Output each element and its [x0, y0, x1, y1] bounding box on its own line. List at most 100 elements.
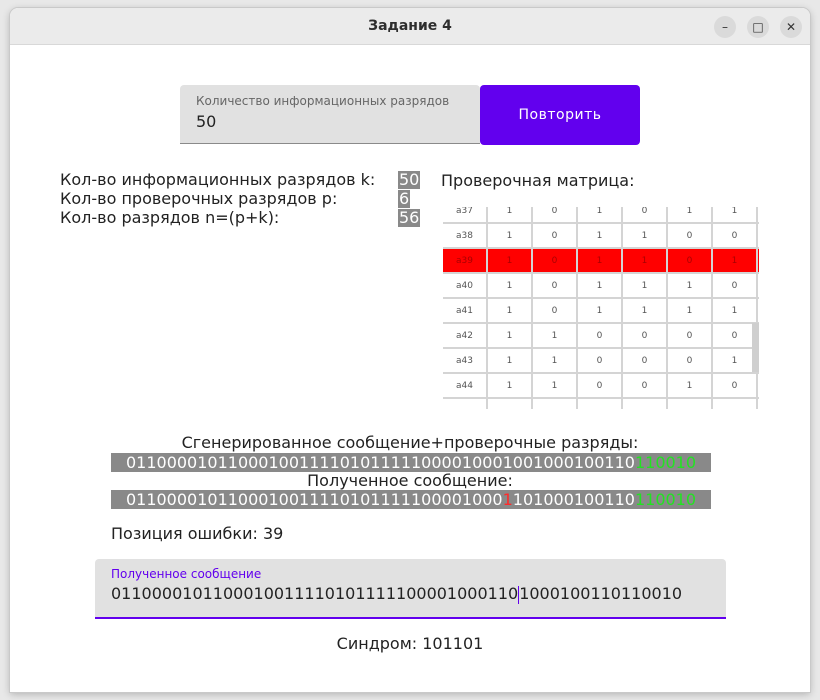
- n-label: Кол-во разрядов n=(p+k):: [60, 208, 280, 227]
- matrix-cell: 0: [713, 374, 758, 399]
- matrix-cell: 0: [623, 349, 668, 374]
- received-bits-after-error: 101000100110: [512, 490, 635, 509]
- matrix-row-label: a42: [443, 324, 488, 349]
- matrix-cell: 0: [623, 324, 668, 349]
- generated-info-bits: 0110000101100010011110101111100001000100…: [125, 453, 635, 472]
- matrix-cell: [578, 399, 623, 409]
- received-title: Полученное сообщение:: [307, 471, 513, 490]
- matrix-cell: 1: [578, 299, 623, 324]
- matrix-row-label: a43: [443, 349, 488, 374]
- matrix-cell: [623, 399, 668, 409]
- matrix-cell: 0: [533, 207, 578, 224]
- matrix-cell: 0: [578, 374, 623, 399]
- matrix-cell: 1: [713, 299, 758, 324]
- received-bits-before-error: 0110000101100010011110101111100001000: [125, 490, 503, 509]
- received-error-bit: 1: [502, 490, 513, 509]
- matrix-cell: 1: [488, 374, 533, 399]
- matrix-cell: 1: [488, 207, 533, 224]
- syndrome: Синдром: 101101: [336, 634, 484, 653]
- matrix-cell: 1: [488, 349, 533, 374]
- matrix-cell: 1: [578, 224, 623, 249]
- matrix-cell: 0: [623, 374, 668, 399]
- matrix-cell: 0: [578, 349, 623, 374]
- matrix-row-partial: [443, 399, 759, 409]
- matrix-row-label: a40: [443, 274, 488, 299]
- matrix-cell: 1: [533, 324, 578, 349]
- check-matrix-table[interactable]: a37 1 0 1 0 1 1 a38 1 0 1 1 0 0 a39 1 0 1 1 0 1 a40 1 0 1 1 1 0 a41 1…: [443, 207, 759, 409]
- matrix-scrollbar[interactable]: [752, 323, 759, 372]
- matrix-cell: 0: [533, 299, 578, 324]
- matrix-row-a37[interactable]: a37 1 0 1 0 1 1: [443, 207, 759, 224]
- p-label: Кол-во проверочных разрядов p:: [60, 189, 338, 208]
- close-button[interactable]: ✕: [780, 16, 802, 38]
- matrix-cell: [488, 399, 533, 409]
- info-bits-count-field[interactable]: Количество информационных разрядов 50: [180, 85, 480, 144]
- matrix-cell: 1: [668, 374, 713, 399]
- matrix-row-label: a37: [443, 207, 488, 224]
- info-bits-count-label: Количество информационных разрядов: [196, 94, 450, 108]
- matrix-row-label: a39: [443, 249, 488, 274]
- matrix-cell: [443, 399, 488, 409]
- matrix-row-a41[interactable]: a41 1 0 1 1 1 1: [443, 299, 759, 324]
- matrix-cell: 1: [578, 207, 623, 224]
- matrix-cell: [668, 399, 713, 409]
- matrix-cell: 0: [578, 324, 623, 349]
- error-position: Позиция ошибки: 39: [111, 524, 284, 543]
- n-value: 56: [398, 208, 421, 227]
- matrix-cell: 0: [713, 224, 758, 249]
- received-message: 0110000101100010011110101111100001000110…: [111, 490, 711, 509]
- matrix-cell: 0: [668, 224, 713, 249]
- received-input-after-caret: 1000100110110010: [519, 584, 683, 603]
- window-title: Задание 4: [368, 18, 452, 34]
- matrix-cell: 0: [668, 324, 713, 349]
- generated-message: 0110000101100010011110101111100001000100…: [111, 453, 711, 472]
- matrix-cell: 0: [713, 274, 758, 299]
- matrix-cell: 1: [488, 299, 533, 324]
- minimize-button[interactable]: –: [714, 16, 736, 38]
- k-value: 50: [398, 170, 421, 189]
- matrix-row-a44[interactable]: a44 1 1 0 0 1 0: [443, 374, 759, 399]
- matrix-cell: 1: [668, 299, 713, 324]
- matrix-cell: 0: [533, 224, 578, 249]
- matrix-row-a40[interactable]: a40 1 0 1 1 1 0: [443, 274, 759, 299]
- app-window: Задание 4 – □ ✕ Количество информационны…: [10, 8, 810, 692]
- repeat-button[interactable]: Повторить: [480, 85, 640, 145]
- matrix-cell: 1: [488, 274, 533, 299]
- matrix-row-label: a44: [443, 374, 488, 399]
- matrix-cell: 1: [623, 224, 668, 249]
- received-input-before-caret: 0110000101100010011110101111100001000110: [111, 584, 519, 603]
- received-check-bits: 110010: [634, 490, 697, 509]
- matrix-row-a43[interactable]: a43 1 1 0 0 0 1: [443, 349, 759, 374]
- matrix-row-a39[interactable]: a39 1 0 1 1 0 1: [443, 249, 759, 274]
- matrix-cell: [533, 399, 578, 409]
- matrix-cell: 0: [533, 274, 578, 299]
- received-message-input[interactable]: 0110000101100010011110101111100001000110…: [111, 584, 682, 604]
- received-message-field[interactable]: Полученное сообщение 0110000101100010011…: [95, 559, 726, 619]
- matrix-cell: 0: [533, 249, 578, 274]
- matrix-cell: 1: [533, 374, 578, 399]
- p-value: 6: [398, 189, 411, 208]
- maximize-button[interactable]: □: [747, 16, 769, 38]
- matrix-cell: 1: [713, 207, 758, 224]
- matrix-cell: 0: [668, 249, 713, 274]
- matrix-title: Проверочная матрица:: [441, 171, 635, 190]
- matrix-cell: 0: [668, 349, 713, 374]
- received-message-field-label: Полученное сообщение: [111, 567, 262, 581]
- matrix-cell: 1: [668, 274, 713, 299]
- generated-title: Сгенерированное сообщение+проверочные ра…: [181, 433, 639, 452]
- matrix-cell: 1: [578, 249, 623, 274]
- matrix-cell: 1: [488, 324, 533, 349]
- matrix-cell: 1: [623, 249, 668, 274]
- matrix-cell: [713, 399, 758, 409]
- matrix-cell: 1: [668, 207, 713, 224]
- title-bar: Задание 4 – □ ✕: [10, 8, 810, 45]
- matrix-cell: 1: [623, 299, 668, 324]
- matrix-cell: 1: [578, 274, 623, 299]
- matrix-row-a38[interactable]: a38 1 0 1 1 0 0: [443, 224, 759, 249]
- matrix-cell: 1: [533, 349, 578, 374]
- k-label: Кол-во информационных разрядов k:: [60, 170, 376, 189]
- matrix-row-a42[interactable]: a42 1 1 0 0 0 0: [443, 324, 759, 349]
- generated-check-bits: 110010: [634, 453, 697, 472]
- matrix-cell: 1: [488, 224, 533, 249]
- info-bits-count-input[interactable]: 50: [196, 112, 216, 131]
